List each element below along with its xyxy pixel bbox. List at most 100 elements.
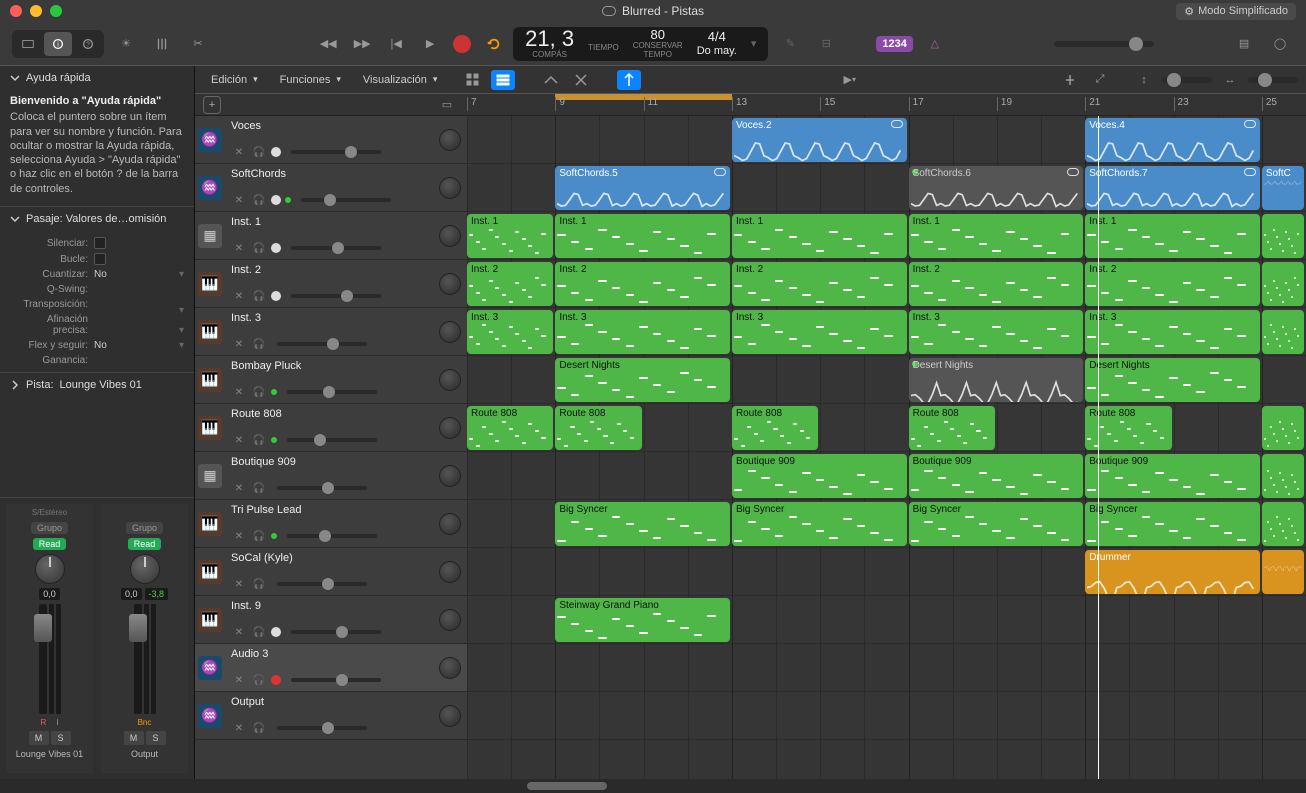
cycle-button[interactable] <box>483 32 505 56</box>
add-track-button[interactable]: + <box>203 96 221 114</box>
mute-button[interactable]: ✕ <box>231 241 247 255</box>
scissors-button[interactable]: ✂ <box>184 32 212 56</box>
group-button[interactable]: Grupo <box>126 522 163 534</box>
track-header[interactable]: 🎹 Route 808 ✕ 🎧 <box>195 404 467 452</box>
count-in-button[interactable]: ⊟ <box>812 32 840 56</box>
track-header[interactable]: 🎹 Tri Pulse Lead ✕ 🎧 <box>195 500 467 548</box>
hzoom-slider[interactable] <box>1248 77 1298 83</box>
volume-slider[interactable] <box>287 438 377 442</box>
region[interactable]: Boutique 909 <box>732 454 907 498</box>
bounce-button[interactable]: Bnc <box>134 718 156 727</box>
track-inspector-header[interactable]: Pista: Lounge Vibes 01 <box>0 373 194 397</box>
region[interactable] <box>1262 310 1304 354</box>
headphones-icon[interactable]: 🎧 <box>251 481 267 495</box>
mute-button[interactable]: M <box>124 731 144 745</box>
volume-fader[interactable] <box>134 604 142 714</box>
region[interactable]: Inst. 1 <box>1085 214 1260 258</box>
region[interactable]: Voces.2 <box>732 118 907 162</box>
region[interactable]: Inst. 2 <box>732 262 907 306</box>
pan-knob[interactable] <box>439 513 461 535</box>
mute-button[interactable]: ✕ <box>231 529 247 543</box>
record-button[interactable] <box>453 35 471 53</box>
pan-knob[interactable] <box>439 417 461 439</box>
automation-read-button[interactable]: Read <box>128 538 162 550</box>
mute-button[interactable]: ✕ <box>231 289 247 303</box>
track-header[interactable]: ♒ Voces ✕ 🎧 <box>195 116 467 164</box>
mute-button[interactable]: ✕ <box>231 721 247 735</box>
record-enable[interactable] <box>271 243 281 253</box>
quantize-select[interactable]: No ▾ <box>94 269 184 280</box>
region[interactable]: Big Syncer <box>909 502 1084 546</box>
track-header[interactable]: 🎹 Inst. 9 ✕ 🎧 <box>195 596 467 644</box>
zoom-icon[interactable] <box>50 5 62 17</box>
track-lane[interactable] <box>467 692 1306 740</box>
pan-knob[interactable] <box>439 465 461 487</box>
mute-button[interactable]: ✕ <box>231 193 247 207</box>
volume-slider[interactable] <box>277 726 367 730</box>
help-button[interactable]: ? <box>74 32 102 56</box>
track-lane[interactable] <box>467 644 1306 692</box>
volume-slider[interactable] <box>287 390 377 394</box>
pan-knob[interactable] <box>439 177 461 199</box>
lcd-display[interactable]: 21, 3COMPÁS TIEMPO 80CONSERVARTEMPO 4/4D… <box>513 27 768 61</box>
record-enable[interactable]: R <box>36 718 50 727</box>
close-icon[interactable] <box>10 5 22 17</box>
region[interactable]: Inst. 3 <box>555 310 730 354</box>
rewind-button[interactable]: ◀◀ <box>317 32 339 56</box>
volume-slider[interactable] <box>291 150 381 154</box>
track-header[interactable]: 🎹 Inst. 3 ✕ 🎧 <box>195 308 467 356</box>
region[interactable]: Inst. 2 <box>467 262 553 306</box>
headphones-icon[interactable]: 🎧 <box>251 577 267 591</box>
volume-slider[interactable] <box>291 294 381 298</box>
track-header[interactable]: ♒ Audio 3 ✕ 🎧 <box>195 644 467 692</box>
region[interactable]: Route 808 <box>555 406 641 450</box>
region[interactable]: Route 808 <box>732 406 818 450</box>
mute-button[interactable]: ✕ <box>231 481 247 495</box>
region[interactable]: Inst. 1 <box>909 214 1084 258</box>
headphones-icon[interactable]: 🎧 <box>251 337 267 351</box>
track-header[interactable]: ♒ Output ✕ 🎧 <box>195 692 467 740</box>
track-header[interactable]: ♒ SoftChords ✕ 🎧 <box>195 164 467 212</box>
loop-checkbox[interactable] <box>94 253 106 265</box>
mixer-button[interactable] <box>148 32 176 56</box>
mute-checkbox[interactable] <box>94 237 106 249</box>
track-header[interactable]: ▦ Inst. 1 ✕ 🎧 <box>195 212 467 260</box>
hzoom-button[interactable]: ↔ <box>1218 70 1242 90</box>
list-editors-button[interactable]: ▤ <box>1230 32 1258 56</box>
region[interactable]: Desert Nights <box>1085 358 1260 402</box>
pan-knob[interactable] <box>439 609 461 631</box>
pan-knob[interactable] <box>130 554 160 584</box>
mute-button[interactable]: ✕ <box>231 625 247 639</box>
region[interactable]: SoftChords.7 <box>1085 166 1260 210</box>
record-enable[interactable] <box>271 627 281 637</box>
playhead[interactable] <box>1098 116 1099 779</box>
input-monitor[interactable]: I <box>52 718 62 727</box>
region[interactable]: Big Syncer <box>1085 502 1260 546</box>
tuner-button[interactable]: ✎ <box>776 32 804 56</box>
notepad-button[interactable]: ◯ <box>1266 32 1294 56</box>
solo-button[interactable]: S <box>51 731 71 745</box>
library-button[interactable] <box>14 32 42 56</box>
volume-slider[interactable] <box>291 678 381 682</box>
record-enable[interactable] <box>271 675 281 685</box>
bar-ruler[interactable]: 791113151719212325 <box>467 94 1306 115</box>
automation-button[interactable] <box>539 70 563 90</box>
solo-button[interactable]: S <box>146 731 166 745</box>
region[interactable]: Drummer <box>1085 550 1260 594</box>
region[interactable]: Voces.4 <box>1085 118 1260 162</box>
region[interactable] <box>1262 550 1304 594</box>
volume-slider[interactable] <box>291 630 381 634</box>
global-tracks-button[interactable]: ▭ <box>435 95 459 115</box>
volume-slider[interactable] <box>277 486 367 490</box>
region[interactable]: Inst. 2 <box>909 262 1084 306</box>
pan-knob[interactable] <box>439 321 461 343</box>
region[interactable] <box>1262 454 1304 498</box>
mute-button[interactable]: ✕ <box>231 673 247 687</box>
region[interactable]: Route 808 <box>467 406 553 450</box>
snap-button[interactable] <box>1058 70 1082 90</box>
track-header[interactable]: 🎹 SoCal (Kyle) ✕ 🎧 <box>195 548 467 596</box>
headphones-icon[interactable]: 🎧 <box>251 721 267 735</box>
track-header[interactable]: ▦ Boutique 909 ✕ 🎧 <box>195 452 467 500</box>
catch-button[interactable] <box>617 70 641 90</box>
edit-menu[interactable]: Edición <box>203 71 266 89</box>
